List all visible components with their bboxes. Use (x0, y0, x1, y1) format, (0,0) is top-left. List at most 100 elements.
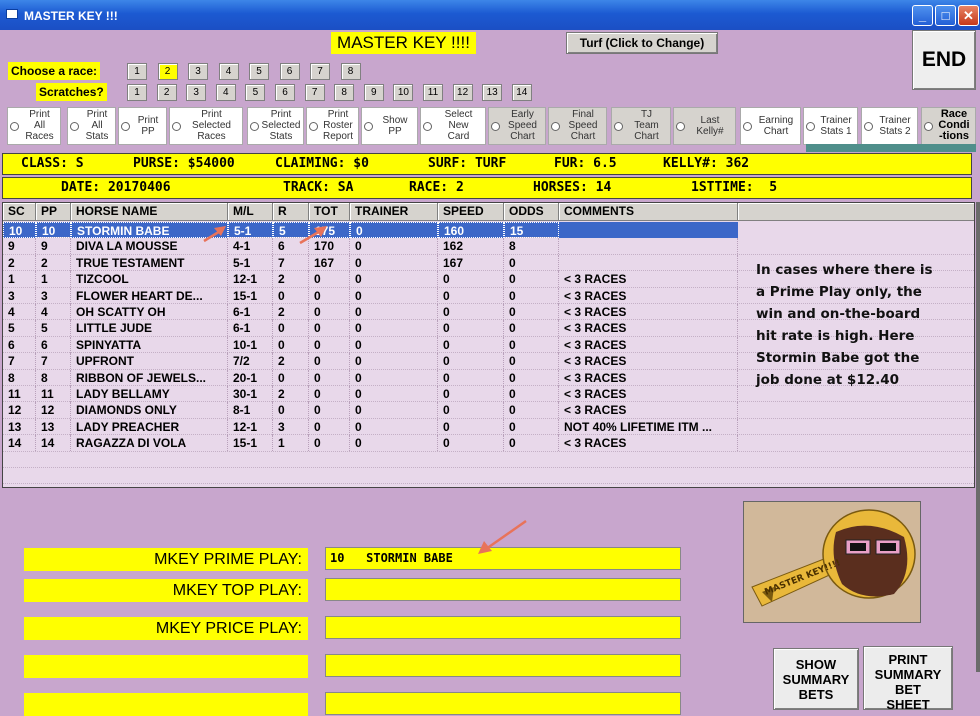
scratch-button-12[interactable]: 12 (452, 84, 473, 101)
option-radio[interactable] (491, 122, 500, 131)
race-button-2[interactable]: 2 (157, 63, 178, 80)
table-cell-tot: 0 (309, 304, 350, 320)
table-cell-trainer: 0 (350, 435, 438, 452)
column-header-odds[interactable]: ODDS (504, 203, 559, 221)
option-12[interactable]: Earning Chart (740, 107, 801, 145)
option-1[interactable]: Print All Stats (67, 107, 116, 145)
option-radio[interactable] (364, 122, 373, 131)
table-cell-comments (559, 254, 738, 271)
minimize-button[interactable]: _ (912, 5, 933, 26)
option-5[interactable]: Print Roster Report (306, 107, 359, 145)
turf-toggle-button[interactable]: Turf (Click to Change) (566, 32, 718, 54)
option-3[interactable]: Print Selected Races (169, 107, 243, 145)
option-radio[interactable] (551, 122, 560, 131)
table-cell-comments: < 3 RACES (559, 304, 738, 320)
column-header-horse-name[interactable]: HORSE NAME (71, 203, 228, 221)
option-radio[interactable] (864, 122, 873, 131)
close-button[interactable]: ✕ (958, 5, 979, 26)
scratch-button-6[interactable]: 6 (275, 84, 295, 101)
option-radio[interactable] (924, 122, 933, 131)
scratch-button-5[interactable]: 5 (245, 84, 266, 101)
option-radio[interactable] (172, 122, 181, 131)
table-row[interactable]: 13 13 LADY PREACHER 12-1 3 0 0 0 0 NOT 40% LIFETI… (3, 418, 974, 436)
play-value-1[interactable] (325, 578, 681, 601)
play-label-4 (24, 693, 308, 716)
scratch-button-11[interactable]: 11 (423, 84, 443, 101)
column-header-blank[interactable] (738, 203, 974, 221)
option-0[interactable]: Print All Races (7, 107, 61, 145)
option-radio[interactable] (676, 122, 685, 131)
race-button-5[interactable]: 5 (249, 63, 269, 80)
maximize-button[interactable]: □ (935, 5, 956, 26)
scratch-button-9[interactable]: 9 (363, 84, 384, 101)
option-11[interactable]: Last Kelly# (673, 107, 736, 145)
option-2[interactable]: Print PP (118, 107, 167, 145)
scratch-button-13[interactable]: 13 (482, 84, 503, 101)
race-button-8[interactable]: 8 (340, 63, 361, 80)
column-header-tot[interactable]: TOT (309, 203, 350, 221)
scratch-button-4[interactable]: 4 (215, 84, 236, 101)
scratch-button-7[interactable]: 7 (304, 84, 325, 101)
option-label: Race Condi -tions (938, 108, 970, 142)
option-radio[interactable] (70, 122, 79, 131)
table-row[interactable]: 14 14 RAGAZZA DI VOLA 15-1 1 0 0 0 0 < 3 RACES (3, 435, 974, 452)
option-4[interactable]: Print Selected Stats (247, 107, 304, 145)
table-row[interactable]: 10 10 STORMIN BABE 5-1 5 175 0 160 15 (3, 222, 974, 239)
table-cell-horse-name: TRUE TESTAMENT (71, 254, 228, 271)
option-9[interactable]: Final Speed Chart (548, 107, 607, 145)
scratch-button-14[interactable]: 14 (511, 84, 532, 101)
option-radio[interactable] (309, 122, 318, 131)
show-summary-label: SHOW SUMMARY BETS (782, 657, 850, 702)
table-row[interactable]: 12 12 DIAMONDS ONLY 8-1 0 0 0 0 0 < 3 RACES (3, 402, 974, 419)
option-radio[interactable] (10, 122, 19, 131)
option-radio[interactable] (423, 122, 432, 131)
end-button[interactable]: END (912, 30, 976, 90)
table-cell-trainer: 0 (350, 353, 438, 370)
print-summary-bet-sheet-button[interactable]: PRINT SUMMARY BET SHEET (863, 646, 953, 712)
column-header-comments[interactable]: COMMENTS (559, 203, 738, 221)
date-info: DATE: 20170406 (61, 180, 171, 195)
arrow-prime-play-icon (478, 519, 527, 554)
option-14[interactable]: Trainer Stats 2 (861, 107, 918, 145)
column-header-r[interactable]: R (273, 203, 309, 221)
play-value-3[interactable] (325, 654, 681, 677)
option-10[interactable]: TJ Team Chart (611, 107, 671, 145)
option-15[interactable]: Race Condi -tions (921, 107, 976, 145)
scratch-button-2[interactable]: 2 (156, 84, 177, 101)
option-8[interactable]: Early Speed Chart (488, 107, 546, 145)
table-cell-speed: 0 (438, 402, 504, 419)
table-cell-speed: 0 (438, 386, 504, 402)
option-radio[interactable] (743, 122, 752, 131)
scratch-button-1[interactable]: 1 (127, 84, 147, 101)
table-cell-r: 0 (273, 402, 309, 419)
race-button-6[interactable]: 6 (279, 63, 300, 80)
option-13[interactable]: Trainer Stats 1 (803, 107, 858, 145)
surf-info: SURF: TURF (428, 156, 507, 171)
show-summary-bets-button[interactable]: SHOW SUMMARY BETS (773, 648, 859, 710)
scratch-button-8[interactable]: 8 (334, 84, 355, 101)
column-header-speed[interactable]: SPEED (438, 203, 504, 221)
table-cell-trainer: 0 (350, 271, 438, 288)
race-button-4[interactable]: 4 (218, 63, 239, 80)
option-radio[interactable] (121, 122, 130, 131)
table-cell-comments: NOT 40% LIFETIME ITM ... (559, 418, 738, 435)
column-header-trainer[interactable]: TRAINER (350, 203, 438, 221)
race-button-3[interactable]: 3 (188, 63, 208, 80)
scratch-button-10[interactable]: 10 (393, 84, 414, 101)
option-radio[interactable] (614, 122, 623, 131)
play-value-4[interactable] (325, 692, 681, 715)
option-radio[interactable] (806, 122, 815, 131)
race-button-1[interactable]: 1 (127, 63, 147, 80)
play-value-2[interactable] (325, 616, 681, 639)
option-7[interactable]: Select New Card (420, 107, 486, 145)
column-header-pp[interactable]: PP (36, 203, 71, 221)
column-header-sc[interactable]: SC (3, 203, 36, 221)
option-radio[interactable] (250, 122, 259, 131)
column-header-m-l[interactable]: M/L (228, 203, 273, 221)
scratch-button-3[interactable]: 3 (186, 84, 207, 101)
option-6[interactable]: Show PP (361, 107, 418, 145)
app-icon (6, 9, 18, 19)
table-row[interactable]: 9 9 DIVA LA MOUSSE 4-1 6 170 0 162 8 (3, 238, 974, 255)
table-cell-comments: < 3 RACES (559, 402, 738, 419)
race-button-7[interactable]: 7 (310, 63, 330, 80)
